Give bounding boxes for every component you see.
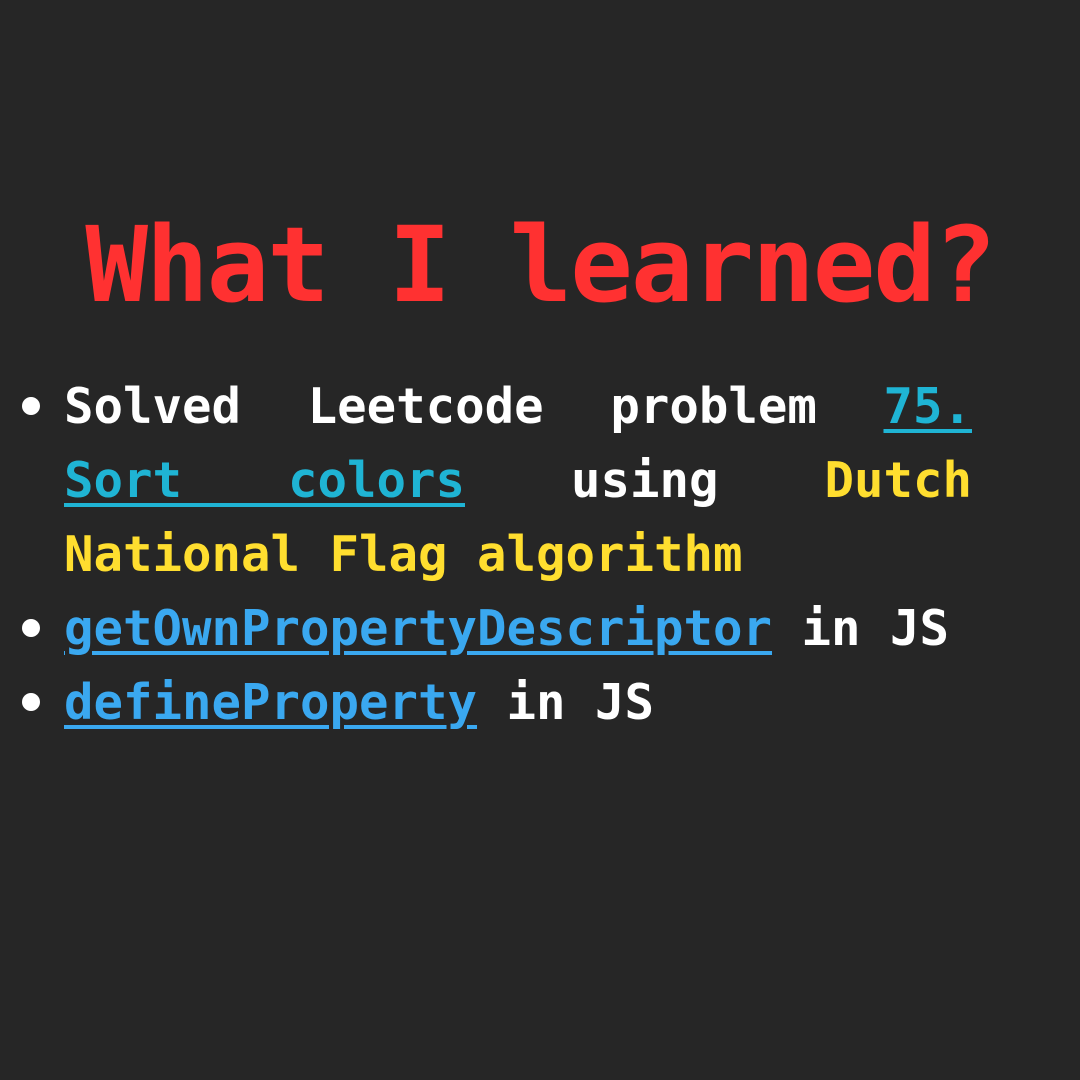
bullet-icon (22, 397, 40, 415)
slide: What I learned? Solved Leetcode problem … (0, 0, 1080, 1080)
bullet-icon (22, 619, 40, 637)
bullet-icon (22, 693, 40, 711)
defineproperty-link[interactable]: defineProperty (64, 674, 477, 731)
list-item: defineProperty in JS (22, 666, 972, 740)
list-item: getOwnPropertyDescriptor in JS (22, 592, 972, 666)
item-text: using (570, 452, 825, 509)
list-item: Solved Leetcode problem 75. Sort colors … (22, 370, 972, 592)
item-text: in JS (801, 600, 950, 657)
getownpropertydescriptor-link[interactable]: getOwnPropertyDescriptor (64, 600, 772, 657)
item-text: Solved Leetcode problem (64, 378, 884, 435)
learned-list: Solved Leetcode problem 75. Sort colors … (22, 370, 972, 740)
item-text: in JS (506, 674, 655, 731)
page-title: What I learned? (85, 204, 996, 326)
